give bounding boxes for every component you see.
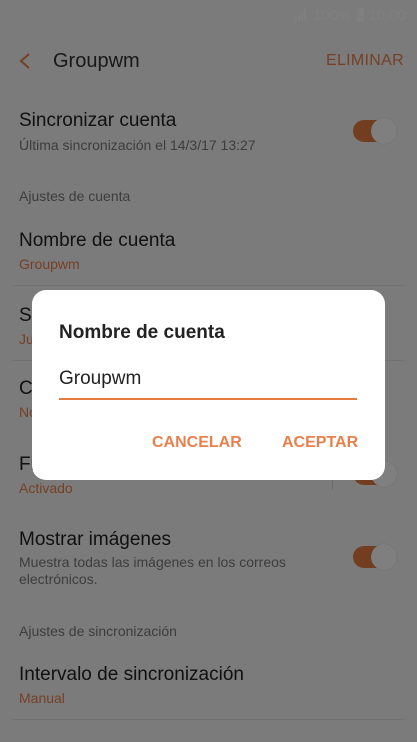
accept-button[interactable]: ACEPTAR bbox=[278, 430, 362, 456]
cancel-button[interactable]: CANCELAR bbox=[148, 430, 246, 456]
dialog-title: Nombre de cuenta bbox=[59, 322, 225, 343]
account-name-dialog: Nombre de cuenta CANCELAR ACEPTAR bbox=[32, 290, 385, 480]
account-name-input[interactable] bbox=[59, 360, 357, 400]
